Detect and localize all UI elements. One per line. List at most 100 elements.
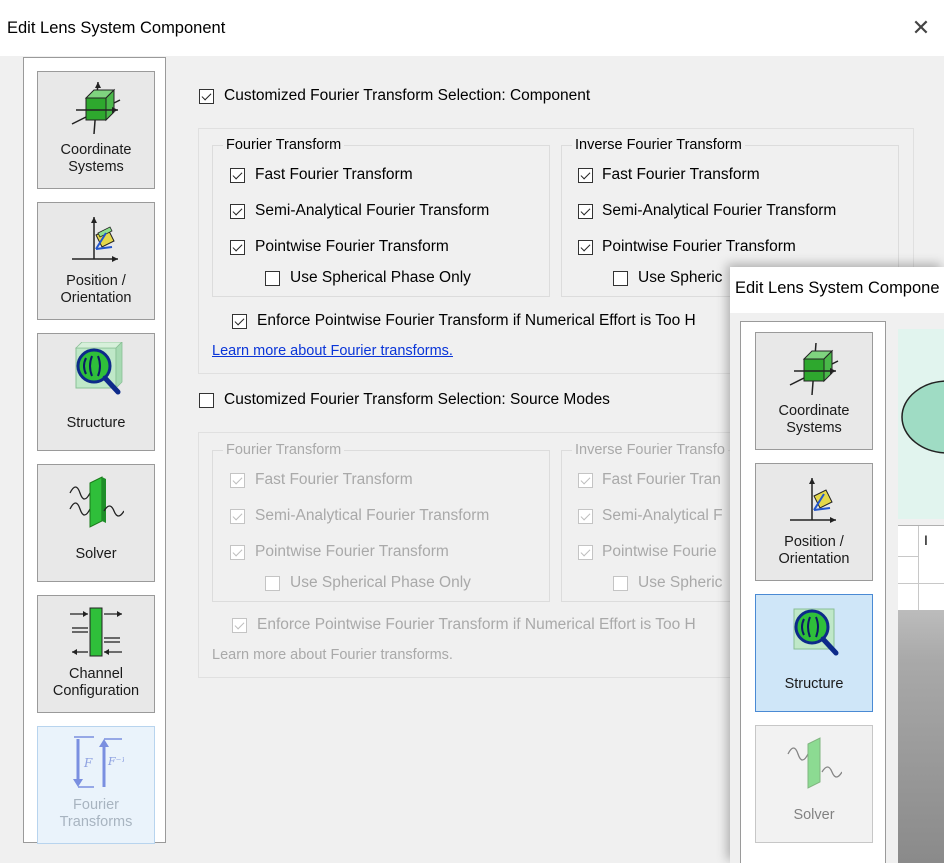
source-modes-customize-label: Customized Fourier Transform Selection: … [224, 391, 610, 408]
component-ift-spherical-checkbox[interactable] [613, 271, 628, 286]
table-corner [898, 526, 919, 557]
source-ft-group-title: Fourier Transform [223, 442, 345, 458]
table-row[interactable] [898, 556, 944, 584]
component-ft-group-title: Fourier Transform [223, 137, 345, 153]
source-ift-semi-checkbox[interactable] [578, 509, 593, 524]
component-ft-spherical-label: Use Spherical Phase Only [290, 269, 471, 286]
component-ft-semi-checkbox[interactable] [230, 204, 245, 219]
position-orientation-icon [790, 478, 836, 523]
component-ift-fast-label: Fast Fourier Transform [602, 166, 760, 183]
table-area: I [898, 525, 944, 863]
component-ft-spherical-checkbox[interactable] [265, 271, 280, 286]
nav-label-line2: Solver [793, 807, 835, 823]
source-ft-semi-checkbox[interactable] [230, 509, 245, 524]
component-ift-group-title: Inverse Fourier Transform [572, 137, 745, 153]
coordinate-systems-icon [789, 342, 839, 396]
component-learn-more-link[interactable]: Learn more about Fourier transforms. [212, 343, 453, 359]
source-ift-spherical-checkbox[interactable] [613, 576, 628, 591]
nav-label-line2: Systems [786, 420, 842, 436]
nav-label-line1: Fourier [73, 797, 119, 813]
component-ift-spherical-label: Use Spheric [638, 269, 723, 286]
component-ft-fast-checkbox[interactable] [230, 168, 245, 183]
source-ift-pointwise-label: Pointwise Fourie [602, 543, 717, 560]
nav-channel-configuration[interactable]: Channel Configuration [37, 595, 155, 713]
source-enforce-checkbox[interactable] [232, 618, 247, 633]
source-ft-semi-label: Semi-Analytical Fourier Transform [255, 507, 490, 524]
component-ift-semi-label: Semi-Analytical Fourier Transform [602, 202, 837, 219]
second-sidebar: Coordinate Systems Position / Orientatio… [740, 321, 886, 863]
component-ift-pointwise-checkbox[interactable] [578, 240, 593, 255]
structure-icon [75, 342, 123, 395]
coordinate-systems-icon [71, 81, 121, 135]
nav-label-line1: Position / [66, 273, 126, 289]
solver-icon [787, 737, 842, 789]
source-ft-spherical-checkbox[interactable] [265, 576, 280, 591]
nav-fourier-transforms[interactable]: F F⁻¹ Fourier Transforms [37, 726, 155, 844]
second-window-title: Edit Lens System Compone [735, 279, 940, 297]
source-ift-spherical-label: Use Spheric [638, 574, 723, 591]
solver-icon [69, 476, 124, 528]
component-ft-pointwise-label: Pointwise Fourier Transform [255, 238, 449, 255]
sidebar: Coordinate Systems Position / Orientatio… [23, 57, 166, 844]
nav-solver[interactable]: Solver [37, 464, 155, 582]
second-nav-structure[interactable]: Structure [755, 594, 873, 712]
component-ft-pointwise-checkbox[interactable] [230, 240, 245, 255]
component-customize-checkbox[interactable] [199, 89, 214, 104]
lens-preview-panel [898, 329, 944, 519]
fourier-transforms-icon: F F⁻¹ [73, 736, 124, 788]
source-enforce-label: Enforce Pointwise Fourier Transform if N… [257, 616, 696, 633]
table-header-cell: I [924, 532, 928, 548]
source-ift-group-title: Inverse Fourier Transfo [572, 442, 728, 458]
nav-label-line2: Orientation [60, 290, 132, 306]
nav-label-line2: Systems [68, 159, 124, 175]
nav-label-line2: Transforms [59, 814, 133, 830]
svg-text:F: F [83, 756, 93, 770]
nav-coordinate-systems[interactable]: Coordinate Systems [37, 71, 155, 189]
close-icon[interactable]: ✕ [898, 8, 944, 48]
source-ft-fast-label: Fast Fourier Transform [255, 471, 413, 488]
lens-shape-icon [901, 380, 944, 454]
component-enforce-checkbox[interactable] [232, 314, 247, 329]
second-edit-lens-dialog: Edit Lens System Compone Coordinate Syst… [730, 267, 944, 863]
nav-label-line1: Position / [784, 534, 844, 550]
nav-label-line2: Configuration [52, 683, 140, 699]
nav-label-line1: Coordinate [778, 403, 850, 419]
second-nav-solver[interactable]: Solver [755, 725, 873, 843]
table-divider [918, 556, 919, 610]
source-ft-pointwise-checkbox[interactable] [230, 545, 245, 560]
component-customize-label: Customized Fourier Transform Selection: … [224, 87, 591, 104]
component-enforce-label: Enforce Pointwise Fourier Transform if N… [257, 312, 696, 329]
position-orientation-icon [72, 217, 118, 262]
structure-icon [793, 608, 839, 656]
source-modes-customize-checkbox[interactable] [199, 393, 214, 408]
nav-label-line2: Structure [66, 415, 126, 431]
component-ft-fast-label: Fast Fourier Transform [255, 166, 413, 183]
structure-table: I [898, 525, 944, 610]
nav-label-line2: Orientation [778, 551, 850, 567]
second-nav-coordinate-systems[interactable]: Coordinate Systems [755, 332, 873, 450]
nav-structure[interactable]: Structure [37, 333, 155, 451]
source-learn-more-link[interactable]: Learn more about Fourier transforms. [212, 647, 453, 663]
source-ift-pointwise-checkbox[interactable] [578, 545, 593, 560]
source-ift-fast-checkbox[interactable] [578, 473, 593, 488]
component-ft-semi-label: Semi-Analytical Fourier Transform [255, 202, 490, 219]
component-ift-pointwise-label: Pointwise Fourier Transform [602, 238, 796, 255]
source-ift-fast-label: Fast Fourier Tran [602, 471, 721, 488]
component-ift-semi-checkbox[interactable] [578, 204, 593, 219]
nav-position-orientation[interactable]: Position / Orientation [37, 202, 155, 320]
source-ft-fast-checkbox[interactable] [230, 473, 245, 488]
nav-label-line1: Channel [68, 666, 123, 682]
second-title-bar: Edit Lens System Compone [730, 267, 944, 313]
second-nav-position-orientation[interactable]: Position / Orientation [755, 463, 873, 581]
window-title: Edit Lens System Component [7, 19, 226, 37]
channel-configuration-icon [70, 607, 122, 657]
source-ift-semi-label: Semi-Analytical F [602, 507, 723, 524]
component-ift-fast-checkbox[interactable] [578, 168, 593, 183]
title-bar: Edit Lens System Component ✕ [0, 0, 944, 56]
nav-label-line1: Coordinate [60, 142, 132, 158]
source-ft-pointwise-label: Pointwise Fourier Transform [255, 543, 449, 560]
svg-text:F⁻¹: F⁻¹ [107, 755, 124, 768]
source-ft-spherical-label: Use Spherical Phase Only [290, 574, 471, 591]
nav-label-line2: Solver [75, 546, 117, 562]
nav-label-line2: Structure [784, 676, 844, 692]
